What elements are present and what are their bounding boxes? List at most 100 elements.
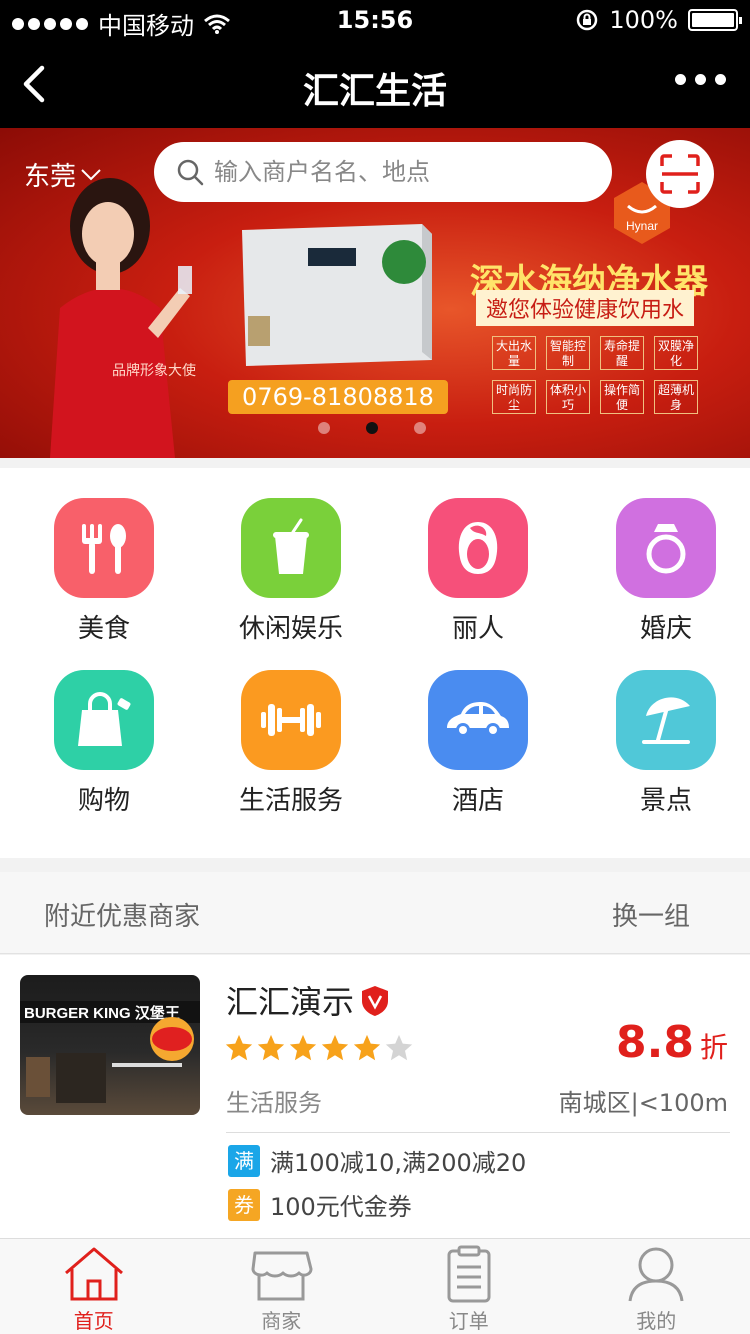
promo-voucher[interactable]: 券 100元代金券 — [228, 1187, 412, 1222]
category-attractions[interactable]: 景点 — [596, 670, 736, 817]
star-icon — [225, 1034, 253, 1061]
battery-percent: 100% — [609, 6, 678, 34]
dumbbell-icon — [261, 704, 321, 736]
city-label: 东莞 — [24, 162, 77, 192]
promo-tag: 满 — [228, 1144, 260, 1177]
storefront-image: BURGER KING 汉堡王 — [20, 1001, 200, 1103]
discount-value: 8.8 — [616, 1017, 694, 1068]
search-icon — [177, 159, 204, 186]
verified-badge-icon — [362, 986, 388, 1016]
ad-phone-number: 0769-81808818 — [228, 380, 448, 414]
category-label: 休闲娱乐 — [238, 614, 343, 644]
scan-icon — [660, 154, 700, 194]
battery-fill — [692, 13, 734, 27]
promo-tag: 券 — [228, 1188, 260, 1221]
scan-button[interactable] — [646, 140, 714, 208]
ad-feature: 寿命提醒 — [600, 336, 644, 370]
category-leisure[interactable]: 休闲娱乐 — [221, 498, 361, 645]
drink-cup-icon — [273, 518, 309, 574]
promo-banner[interactable]: 品牌形象大使 东莞 Hynar 0769-81808818 — [0, 128, 750, 458]
discount-unit: 折 — [699, 1031, 728, 1064]
tab-orders[interactable]: 订单 — [375, 1239, 563, 1334]
tab-profile[interactable]: 我的 — [563, 1239, 750, 1334]
carousel-dot[interactable] — [414, 422, 426, 434]
merchant-location: 南城区|<100m — [558, 1089, 728, 1117]
promo-text: 100元代金券 — [270, 1193, 412, 1221]
ad-subline: 邀您体验健康饮用水 — [476, 290, 695, 326]
search-input[interactable] — [214, 158, 594, 186]
tab-home[interactable]: 首页 — [0, 1239, 188, 1334]
tab-merchants[interactable]: 商家 — [188, 1239, 376, 1334]
car-icon — [447, 702, 509, 737]
star-icon — [321, 1034, 349, 1061]
ad-feature: 双膜净化 — [654, 336, 698, 370]
nearby-title: 附近优惠商家 — [44, 902, 201, 932]
carousel-dot[interactable] — [318, 422, 330, 434]
water-purifier-image — [242, 224, 432, 366]
ambassador-caption: 品牌形象大使 — [112, 363, 196, 379]
status-bar: 中国移动 15:56 100% — [0, 0, 750, 40]
storefront-sign: BURGER KING 汉堡王 — [24, 1004, 180, 1022]
user-icon — [628, 1247, 684, 1302]
star-icon — [289, 1034, 317, 1061]
status-right: 100% — [575, 6, 742, 34]
home-icon — [64, 1247, 123, 1301]
rating-stars — [224, 1033, 414, 1063]
divider — [226, 1132, 730, 1133]
discount-label: 8.8 折 — [616, 1017, 728, 1068]
category-label: 婚庆 — [639, 614, 692, 644]
category-shopping[interactable]: 购物 — [34, 670, 174, 817]
category-label: 生活服务 — [238, 786, 343, 816]
category-label: 丽人 — [451, 614, 504, 644]
star-icon — [353, 1034, 381, 1061]
promo-text: 满100减10,满200减20 — [270, 1149, 527, 1177]
ad-feature: 超薄机身 — [654, 380, 698, 414]
navigation-bar: 汇汇生活 — [0, 40, 750, 128]
woman-hair-icon — [458, 522, 498, 574]
ad-feature: 操作简便 — [600, 380, 644, 414]
store-icon — [251, 1251, 313, 1301]
category-life-services[interactable]: 生活服务 — [221, 670, 361, 817]
category-hotel[interactable]: 酒店 — [408, 670, 548, 817]
page-title: 汇汇生活 — [302, 71, 447, 112]
tab-bar: 首页 商家 订单 我的 — [0, 1238, 750, 1334]
category-wedding[interactable]: 婚庆 — [596, 498, 736, 645]
ring-icon — [646, 524, 686, 574]
city-selector[interactable]: 东莞 — [24, 156, 102, 193]
tab-label: 订单 — [448, 1309, 489, 1333]
category-label: 美食 — [77, 614, 130, 644]
shopping-bag-icon — [78, 692, 131, 746]
category-label: 酒店 — [451, 786, 504, 816]
merchant-card[interactable]: BURGER KING 汉堡王 汇汇演示 生活服务 8.8 折 南城区|<100m… — [0, 955, 750, 1238]
search-bar[interactable] — [154, 142, 612, 202]
tab-label: 首页 — [73, 1309, 114, 1333]
tab-label: 商家 — [261, 1309, 302, 1333]
ad-feature-grid: 大出水量 智能控制 寿命提醒 双膜净化 时尚防尘 体积小巧 操作简便 超薄机身 — [492, 336, 698, 414]
ad-feature: 智能控制 — [546, 336, 590, 370]
category-grid: 美食 休闲娱乐 丽人 婚庆 购物 生活服务 酒店 景点 — [0, 468, 750, 858]
nearby-section-header: 附近优惠商家 换一组 — [0, 872, 750, 954]
carousel-indicator[interactable] — [318, 422, 426, 434]
category-food[interactable]: 美食 — [34, 498, 174, 645]
ad-feature: 大出水量 — [492, 336, 536, 370]
carousel-dot[interactable] — [366, 422, 378, 434]
category-beauty[interactable]: 丽人 — [408, 498, 548, 645]
category-label: 景点 — [639, 786, 692, 816]
ad-feature: 时尚防尘 — [492, 380, 536, 414]
ad-feature: 体积小巧 — [546, 380, 590, 414]
merchant-name: 汇汇演示 — [226, 983, 355, 1021]
beach-umbrella-icon — [642, 697, 690, 744]
chevron-down-icon — [81, 168, 101, 180]
more-options-icon[interactable] — [675, 74, 726, 85]
star-icon — [385, 1034, 413, 1061]
brand-ambassador-image — [50, 178, 192, 458]
category-label: 购物 — [77, 786, 130, 816]
order-list-icon — [447, 1245, 491, 1303]
promo-discount[interactable]: 满 满100减10,满200减20 — [228, 1143, 526, 1178]
fork-spoon-icon — [82, 524, 126, 574]
star-icon — [257, 1034, 285, 1061]
brand-name: Hynar — [626, 219, 658, 233]
merchant-thumbnail: BURGER KING 汉堡王 — [20, 975, 200, 1115]
refresh-group-button[interactable]: 换一组 — [612, 896, 690, 933]
battery-icon — [688, 9, 742, 31]
